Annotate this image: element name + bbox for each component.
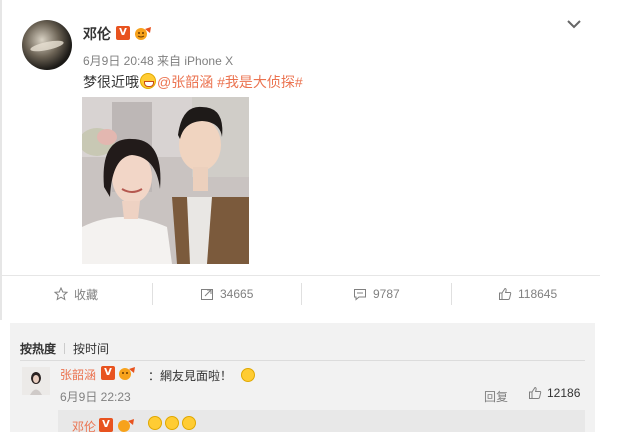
- sub-reply-author[interactable]: 邓伦: [72, 418, 96, 432]
- favorite-label: 收藏: [74, 287, 99, 302]
- comment-sort-tabs: 按热度 按时间: [20, 340, 109, 357]
- author-avatar[interactable]: [22, 20, 72, 70]
- hashtag-link[interactable]: #我是大侦探#: [217, 74, 303, 90]
- comment-icon: [354, 289, 366, 301]
- vip-crown-icon: [135, 27, 151, 40]
- action-separator: [301, 283, 302, 305]
- repost-count: 34665: [220, 287, 254, 301]
- tab-separator: [64, 343, 66, 354]
- laugh-emoji-icon: [241, 368, 256, 382]
- verified-badge-icon: V: [101, 366, 115, 380]
- comment-like-count: 12186: [547, 386, 581, 400]
- post-meta: 6月9日 20:48 来自 iPhone X: [83, 54, 234, 68]
- comment-author[interactable]: 张韶涵: [60, 366, 96, 383]
- post-content: 梦很近哦 @张韶涵 #我是大侦探#: [83, 72, 303, 92]
- action-separator: [152, 283, 153, 305]
- post-text: 梦很近哦: [83, 74, 139, 90]
- vip-crown-icon: [119, 367, 135, 380]
- chevron-down-icon[interactable]: [566, 18, 582, 30]
- vip-crown-icon: [118, 419, 134, 432]
- star-icon: [54, 287, 68, 301]
- commenter-avatar[interactable]: [22, 367, 50, 395]
- verified-badge-icon: V: [99, 418, 113, 432]
- repost-icon: [201, 289, 213, 300]
- verified-badge-icon: V: [116, 26, 130, 40]
- sub-reply-box: [58, 410, 585, 432]
- comment-text: ：網友見面啦！: [148, 366, 256, 384]
- laugh-emoji-icon: [140, 73, 156, 89]
- comments-divider: [20, 360, 585, 361]
- comment-button[interactable]: 9787: [353, 283, 400, 305]
- action-separator: [451, 283, 452, 305]
- author-name[interactable]: 邓伦: [83, 24, 111, 44]
- favorite-button[interactable]: 收藏: [54, 283, 98, 305]
- like-button[interactable]: 118645: [498, 283, 557, 305]
- laugh-emoji-icon: [182, 416, 196, 430]
- thumbs-up-icon: [529, 386, 542, 399]
- comment-time: 6月9日 22:23: [60, 390, 131, 404]
- thumbs-up-icon: [499, 287, 512, 300]
- comment-body: ：網友見面啦！: [148, 369, 233, 383]
- repost-button[interactable]: 34665: [200, 283, 253, 305]
- left-border: [0, 0, 2, 320]
- reply-button[interactable]: 回复: [484, 388, 508, 405]
- actions-divider: [2, 275, 600, 276]
- comment-count: 9787: [373, 287, 400, 301]
- crying-laugh-emoji-icon: [148, 416, 162, 430]
- tab-by-time[interactable]: 按时间: [73, 342, 109, 356]
- mention-link[interactable]: @张韶涵: [157, 74, 213, 90]
- post-photo[interactable]: [82, 97, 249, 264]
- like-count: 118645: [518, 287, 558, 301]
- comment-like-button[interactable]: 12186: [528, 386, 580, 400]
- laugh-emoji-icon: [165, 416, 179, 430]
- tab-by-hot[interactable]: 按热度: [20, 342, 56, 356]
